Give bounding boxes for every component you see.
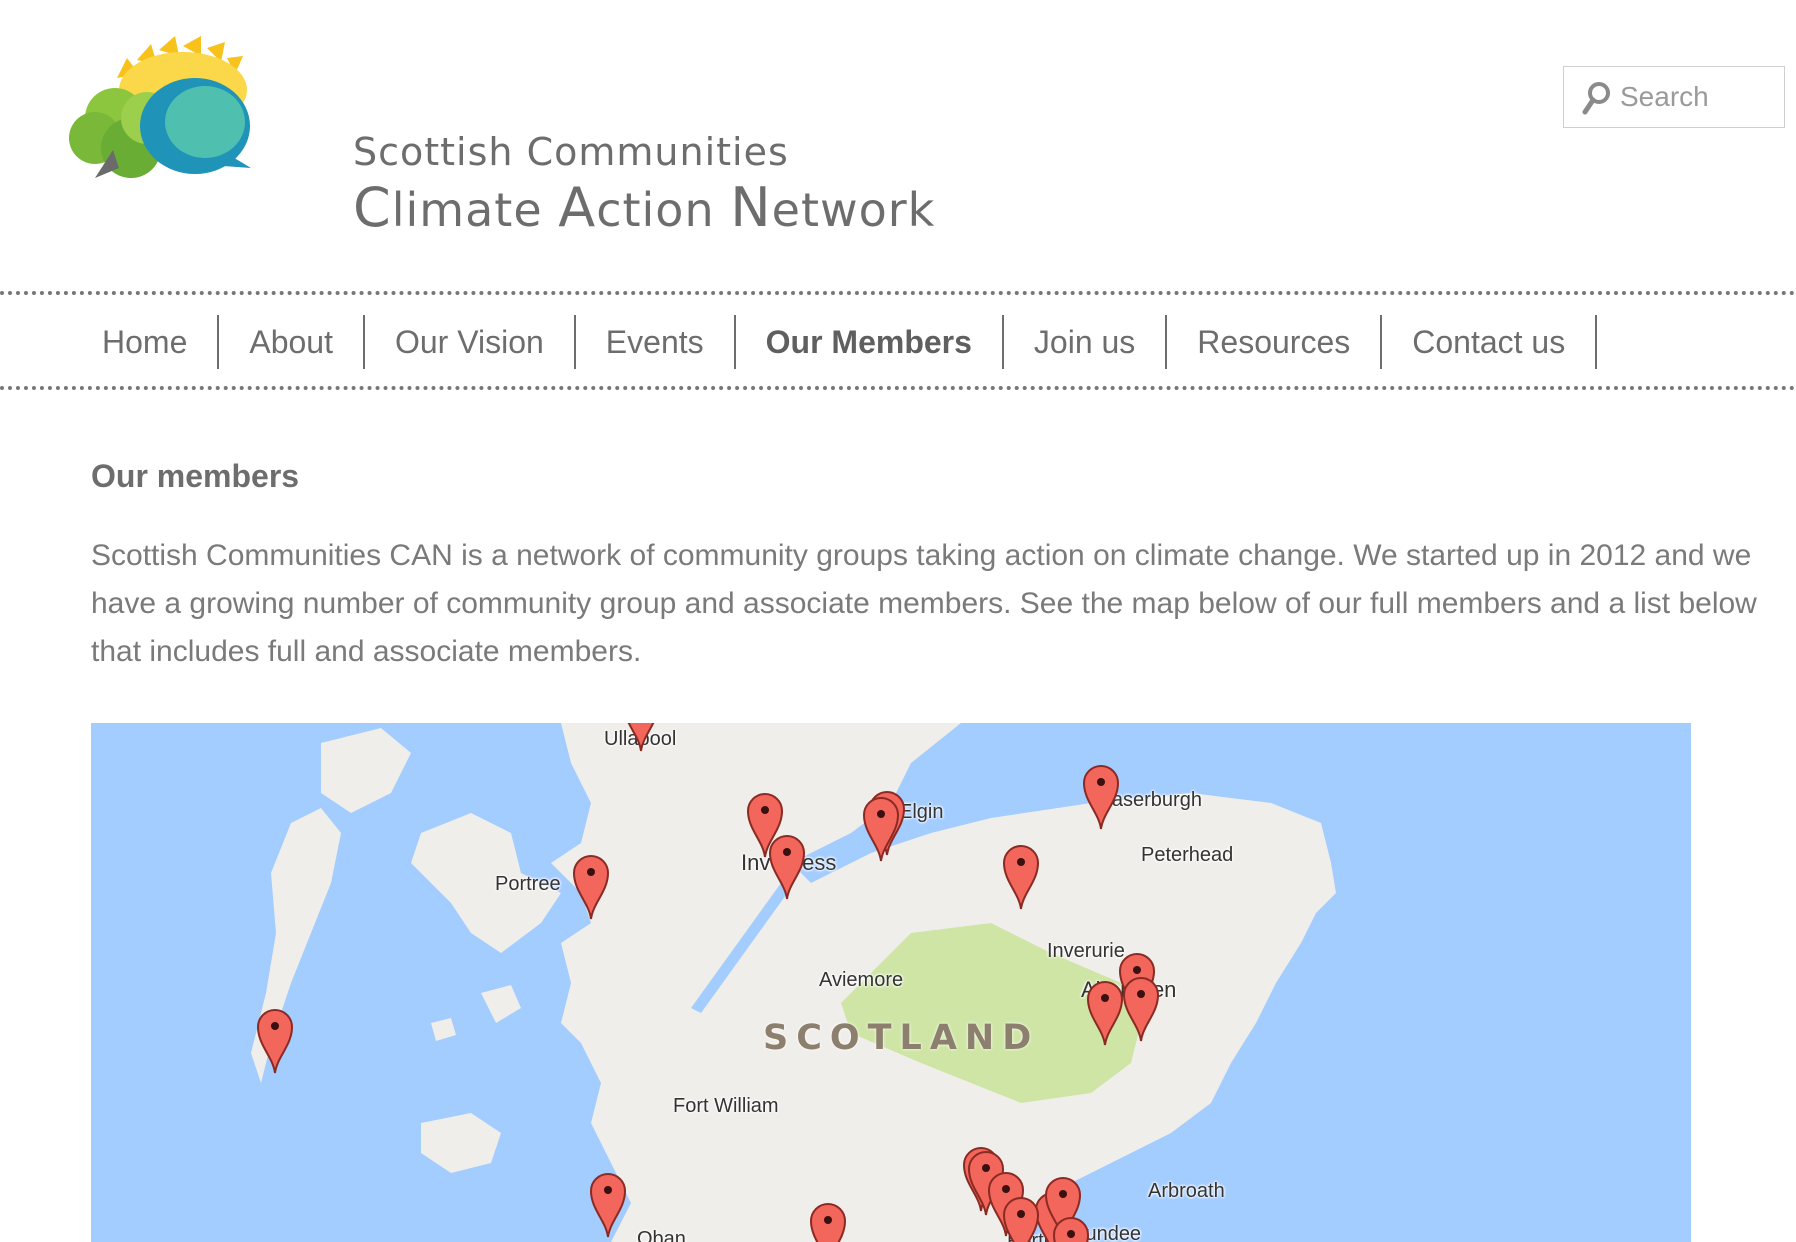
map-pin-icon[interactable] — [571, 851, 611, 921]
map-pin-icon[interactable] — [1001, 841, 1041, 911]
map-label-oban: Oban — [637, 1228, 686, 1242]
map-pin-icon[interactable] — [1051, 1213, 1091, 1242]
intro-paragraph: Scottish Communities CAN is a network of… — [91, 539, 1757, 668]
logo-title-line2: Climate Action Network — [353, 176, 936, 239]
nav-item-our-members[interactable]: Our Members — [736, 315, 1004, 369]
map-pin-icon[interactable] — [588, 1169, 628, 1239]
map-pin-icon[interactable] — [1001, 1193, 1041, 1242]
map-pin-icon[interactable] — [1085, 977, 1125, 1047]
map-label-fort-william: Fort William — [673, 1095, 779, 1117]
members-map[interactable]: Ullapool Elgin Fraserburgh Inverness Pet… — [91, 723, 1691, 1242]
map-label-peterhead: Peterhead — [1141, 844, 1234, 866]
nav-item-contact-us[interactable]: Contact us — [1382, 315, 1598, 369]
nav-item-our-vision[interactable]: Our Vision — [365, 315, 576, 369]
nav-divider-top — [0, 291, 1796, 295]
search-input[interactable] — [1620, 77, 1778, 117]
map-label-inverurie: Inverurie — [1047, 940, 1125, 962]
nav-item-events[interactable]: Events — [576, 315, 736, 369]
search-box[interactable] — [1563, 66, 1785, 128]
map-pin-icon[interactable] — [1081, 761, 1121, 831]
map-label-portree: Portree — [495, 873, 561, 895]
map-pin-icon[interactable] — [861, 793, 901, 863]
nav-item-join-us[interactable]: Join us — [1004, 315, 1168, 369]
map-pin-icon[interactable] — [808, 1199, 848, 1242]
page-title: Our members — [91, 458, 300, 494]
map-pin-icon[interactable] — [767, 831, 807, 901]
map-label-aviemore: Aviemore — [819, 969, 904, 991]
map-pin-icon[interactable] — [255, 1005, 295, 1075]
map-pin-icon[interactable] — [1121, 973, 1161, 1043]
logo-title-line1: Scottish Communities — [353, 130, 789, 174]
nav-item-home[interactable]: Home — [72, 315, 220, 369]
site-logo[interactable]: Scottish Communities Climate Action Netw… — [55, 18, 934, 239]
map-pin-icon[interactable] — [621, 723, 661, 753]
main-nav: Home About Our Vision Events Our Members… — [72, 315, 1598, 369]
nav-item-about[interactable]: About — [219, 315, 365, 369]
search-icon — [1582, 82, 1610, 115]
country-label: SCOTLAND — [763, 1018, 1040, 1058]
nav-divider-bottom — [0, 386, 1796, 390]
logo-graphic — [69, 36, 251, 178]
map-label-arbroath: Arbroath — [1148, 1180, 1225, 1202]
nav-item-resources[interactable]: Resources — [1167, 315, 1383, 369]
